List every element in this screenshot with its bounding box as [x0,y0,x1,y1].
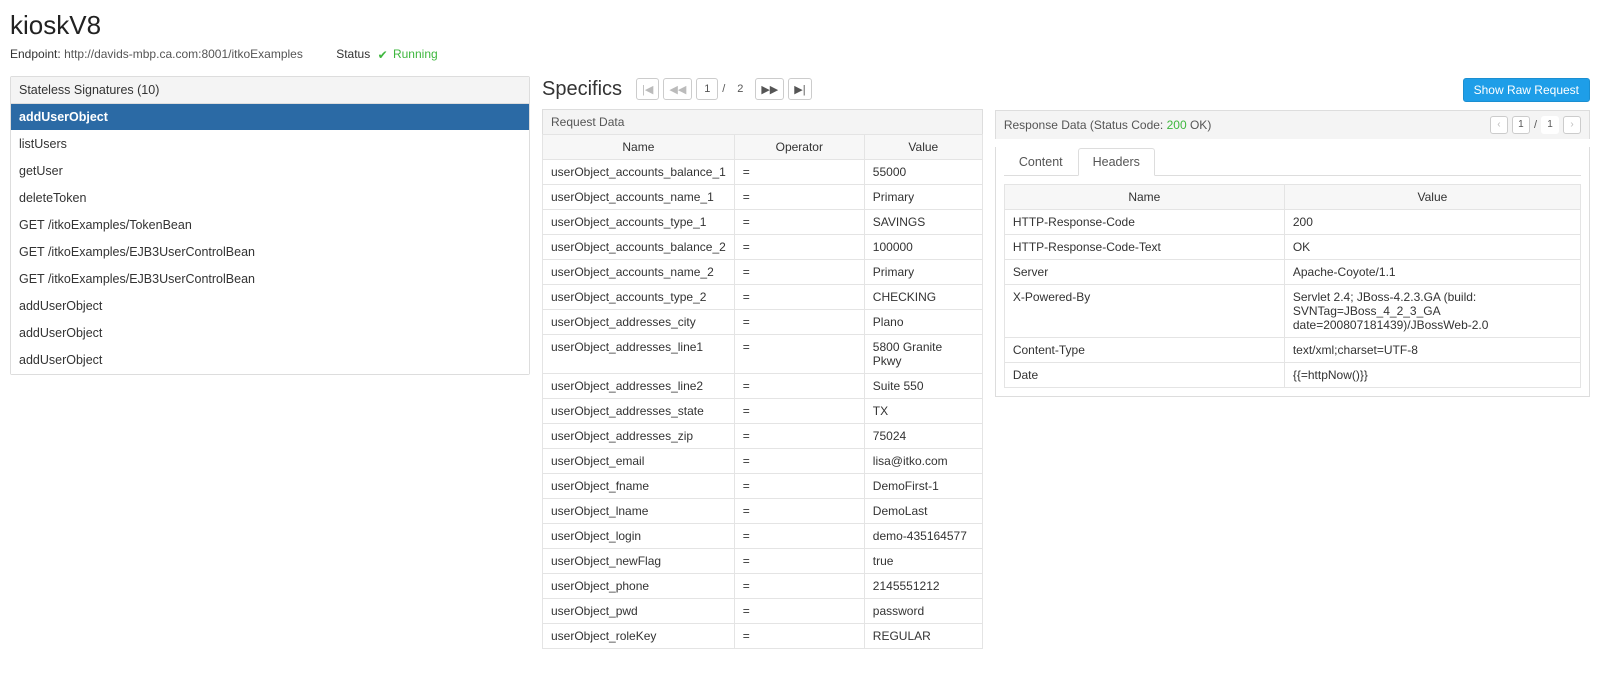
signatures-header: Stateless Signatures (10) [11,77,529,104]
table-row[interactable]: userObject_phone=2145551212 [543,573,983,598]
status-label: Status [336,47,370,61]
show-raw-request-button[interactable]: Show Raw Request [1463,78,1590,102]
table-row[interactable]: userObject_accounts_type_1=SAVINGS [543,209,983,234]
request-header-text: Request Data [551,115,624,129]
table-row[interactable]: HTTP-Response-Code-TextOK [1004,234,1580,259]
pager-prev-button[interactable]: ◀◀ [663,78,692,100]
table-row[interactable]: userObject_addresses_zip=75024 [543,423,983,448]
request-table: Name Operator Value userObject_accounts_… [542,134,983,649]
signature-item[interactable]: GET /itkoExamples/EJB3UserControlBean [11,239,529,266]
response-header-text: Response Data (Status Code: 200 OK) [1004,118,1211,132]
table-row[interactable]: userObject_roleKey=REGULAR [543,623,983,648]
signature-item[interactable]: GET /itkoExamples/TokenBean [11,212,529,239]
signature-item[interactable]: addUserObject [11,347,529,374]
table-row[interactable]: Date{{=httpNow()}} [1004,362,1580,387]
signature-item[interactable]: addUserObject [11,104,529,131]
response-pager-next-button[interactable]: › [1563,116,1581,134]
endpoint-label: Endpoint: [10,47,61,61]
table-row[interactable]: userObject_email=lisa@itko.com [543,448,983,473]
request-col-operator: Operator [734,134,864,159]
tab-headers[interactable]: Headers [1078,148,1155,176]
response-headers-table: Name Value HTTP-Response-Code200HTTP-Res… [1004,184,1581,388]
response-pager: ‹ 1 /1 › [1490,116,1581,134]
specifics-title: Specifics [542,78,622,101]
signature-item[interactable]: GET /itkoExamples/EJB3UserControlBean [11,266,529,293]
response-pager-prev-button[interactable]: ‹ [1490,116,1508,134]
pager-total: 2 [729,78,751,100]
table-row[interactable]: userObject_addresses_state=TX [543,398,983,423]
check-icon: ✔ [378,48,388,62]
table-row[interactable]: userObject_addresses_line2=Suite 550 [543,373,983,398]
pager-sep: / [722,83,725,95]
table-row[interactable]: ServerApache-Coyote/1.1 [1004,259,1580,284]
response-pager-current: 1 [1512,116,1530,134]
table-row[interactable]: userObject_pwd=password [543,598,983,623]
endpoint-line: Endpoint: http://davids-mbp.ca.com:8001/… [10,47,1590,62]
table-row[interactable]: X-Powered-ByServlet 2.4; JBoss-4.2.3.GA … [1004,284,1580,337]
signatures-panel: Stateless Signatures (10) addUserObjectl… [10,76,530,375]
response-status-code: 200 [1167,118,1187,132]
specifics-pager: |◀ ◀◀ 1 / 2 ▶▶ ▶| [636,78,812,100]
pager-first-button[interactable]: |◀ [636,78,659,100]
table-row[interactable]: HTTP-Response-Code200 [1004,209,1580,234]
request-header: Request Data [542,109,983,134]
status-value: Running [393,47,438,61]
table-row[interactable]: userObject_lname=DemoLast [543,498,983,523]
signature-item[interactable]: listUsers [11,131,529,158]
endpoint-value: http://davids-mbp.ca.com:8001/itkoExampl… [64,47,303,61]
tab-content[interactable]: Content [1004,148,1078,176]
response-header: Response Data (Status Code: 200 OK) ‹ 1 … [995,110,1590,139]
table-row[interactable]: userObject_accounts_balance_2=100000 [543,234,983,259]
table-row[interactable]: userObject_accounts_balance_1=55000 [543,159,983,184]
pager-last-button[interactable]: ▶| [788,78,811,100]
table-row[interactable]: userObject_fname=DemoFirst-1 [543,473,983,498]
table-row[interactable]: userObject_login=demo-435164577 [543,523,983,548]
request-col-value: Value [864,134,982,159]
table-row[interactable]: userObject_accounts_type_2=CHECKING [543,284,983,309]
table-row[interactable]: userObject_addresses_line1=5800 Granite … [543,334,983,373]
response-col-name: Name [1004,184,1284,209]
page-title: kioskV8 [10,10,1590,41]
signature-item[interactable]: getUser [11,158,529,185]
signature-item[interactable]: addUserObject [11,293,529,320]
table-row[interactable]: userObject_accounts_name_2=Primary [543,259,983,284]
table-row[interactable]: userObject_addresses_city=Plano [543,309,983,334]
signature-item[interactable]: deleteToken [11,185,529,212]
table-row[interactable]: Content-Typetext/xml;charset=UTF-8 [1004,337,1580,362]
response-pager-total: 1 [1541,116,1559,134]
table-row[interactable]: userObject_accounts_name_1=Primary [543,184,983,209]
pager-current: 1 [696,78,718,100]
table-row[interactable]: userObject_newFlag=true [543,548,983,573]
pager-next-button[interactable]: ▶▶ [755,78,784,100]
request-col-name: Name [543,134,735,159]
signature-item[interactable]: addUserObject [11,320,529,347]
response-col-value: Value [1284,184,1580,209]
response-tabs: Content Headers [1004,147,1581,176]
